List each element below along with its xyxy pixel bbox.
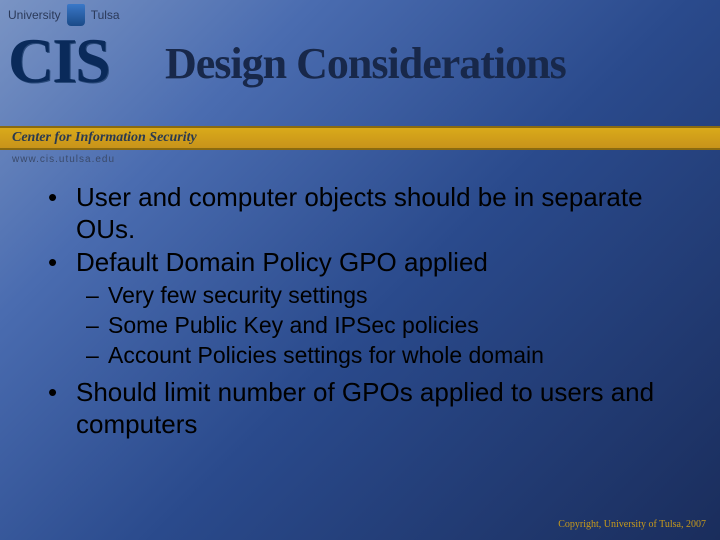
dash-icon: – xyxy=(86,341,108,371)
university-text-left: University xyxy=(8,8,61,22)
slide-title: Design Considerations xyxy=(165,38,566,89)
sub-bullet-text: Very few security settings xyxy=(108,281,368,311)
university-bar: University Tulsa xyxy=(8,4,120,26)
copyright-text: Copyright, University of Tulsa, 2007 xyxy=(558,519,706,530)
university-text-right: Tulsa xyxy=(91,8,120,22)
bullet-item: • User and computer objects should be in… xyxy=(48,182,680,245)
sub-bullet-item: – Very few security settings xyxy=(86,281,680,311)
sub-bullet-item: – Account Policies settings for whole do… xyxy=(86,341,680,371)
slide-body: • User and computer objects should be in… xyxy=(48,182,680,442)
bullet-text: Should limit number of GPOs applied to u… xyxy=(76,377,680,440)
center-banner: Center for Information Security xyxy=(0,126,720,150)
sub-bullet-text: Account Policies settings for whole doma… xyxy=(108,341,544,371)
slide-header: University Tulsa CIS Design Consideratio… xyxy=(0,0,720,170)
sub-bullet-item: – Some Public Key and IPSec policies xyxy=(86,311,680,341)
dash-icon: – xyxy=(86,311,108,341)
bullet-text: User and computer objects should be in s… xyxy=(76,182,680,245)
sub-bullet-text: Some Public Key and IPSec policies xyxy=(108,311,479,341)
center-name: Center for Information Security xyxy=(12,130,197,146)
site-url: www.cis.utulsa.edu xyxy=(12,154,115,165)
dash-icon: – xyxy=(86,281,108,311)
bullet-dot-icon: • xyxy=(48,182,76,245)
shield-icon xyxy=(67,4,85,26)
slide: University Tulsa CIS Design Consideratio… xyxy=(0,0,720,540)
bullet-dot-icon: • xyxy=(48,247,76,279)
bullet-item: • Should limit number of GPOs applied to… xyxy=(48,377,680,440)
logo-block: University Tulsa CIS xyxy=(8,4,120,90)
bullet-text: Default Domain Policy GPO applied xyxy=(76,247,488,279)
cis-logo: CIS xyxy=(8,32,120,90)
bullet-item: • Default Domain Policy GPO applied xyxy=(48,247,680,279)
bullet-dot-icon: • xyxy=(48,377,76,440)
